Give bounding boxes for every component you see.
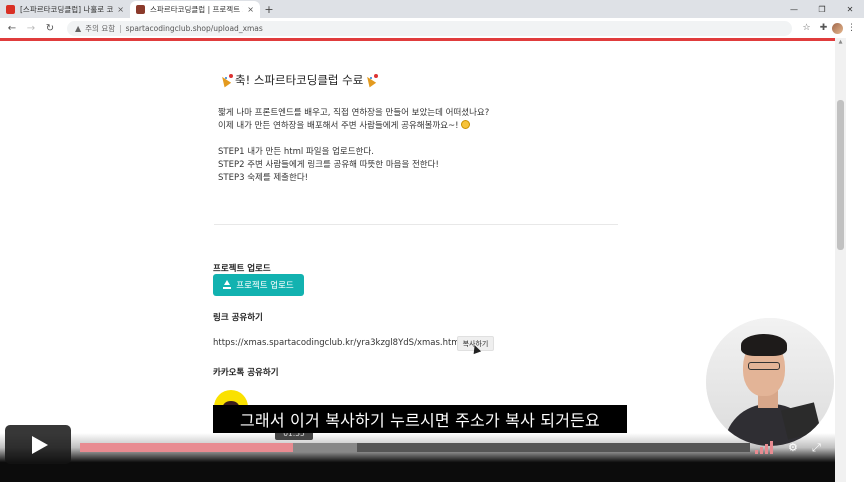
tab-close-icon[interactable]: × (117, 5, 124, 14)
right-edge (846, 38, 864, 482)
close-window-icon[interactable]: ✕ (836, 0, 864, 18)
separator: | (119, 23, 122, 33)
browser-toolbar: ← → ↻ ▲ 주의 요함 | spartacodingclub.shop/up… (0, 18, 864, 38)
scroll-up-icon[interactable]: ▲ (837, 39, 844, 46)
volume-bars-icon[interactable] (755, 440, 775, 454)
tab-close-icon[interactable]: × (247, 5, 254, 14)
fullscreen-icon[interactable]: ⤢ (812, 441, 821, 455)
page-heading: 축! 스파르타코딩클럽 수료 (218, 72, 380, 88)
play-icon (31, 435, 48, 454)
reload-icon[interactable]: ↻ (42, 20, 58, 36)
share-url-text: https://xmas.spartacodingclub.kr/yra3kzg… (213, 338, 462, 348)
intro-line-wrap: 이제 내가 만든 연하장을 배포해서 주변 사람들에게 공유해볼까요~! (218, 120, 489, 133)
section-divider (214, 224, 618, 225)
presenter-glasses (748, 362, 780, 370)
step-line: STEP2 주변 사람들에게 링크를 공유해 따뜻한 마음을 전한다! (218, 160, 439, 170)
tab-project-submit[interactable]: 스파르타코딩클럽 | 프로젝트 제출 × (130, 1, 260, 18)
gear-icon[interactable]: ⚙ (788, 441, 798, 454)
link-share-title: 링크 공유하기 (213, 313, 263, 323)
warning-icon: ▲ (75, 23, 82, 33)
forward-arrow-icon[interactable]: → (23, 20, 39, 36)
star-icon[interactable]: ☆ (798, 20, 815, 36)
heading-text: 축! 스파르타코딩클럽 수료 (235, 73, 364, 87)
tab-favicon-icon (6, 5, 15, 14)
upload-icon (223, 280, 232, 289)
play-button[interactable] (5, 425, 71, 464)
step-line: STEP1 내가 만든 html 파일을 업로드한다. (218, 147, 374, 157)
kakao-share-title: 카카오톡 공유하기 (213, 368, 279, 378)
window-controls: — ❐ ✕ (780, 0, 864, 18)
tab-favicon-icon (136, 5, 145, 14)
tab-strip: [스파르타코딩클럽] 나홀로 코딩 × 스파르타코딩클럽 | 프로젝트 제출 ×… (0, 0, 864, 18)
video-progress-played (80, 443, 293, 452)
minimize-icon[interactable]: — (780, 0, 808, 18)
tab-title: [스파르타코딩클럽] 나홀로 코딩 (20, 5, 114, 14)
restore-icon[interactable]: ❐ (808, 0, 836, 18)
profile-avatar[interactable] (832, 22, 843, 34)
menu-dots-icon[interactable]: ⋮ (843, 20, 860, 36)
party-popper-icon (365, 73, 379, 87)
smile-emoji-icon (461, 120, 471, 129)
screen: [스파르타코딩클럽] 나홀로 코딩 × 스파르타코딩클럽 | 프로젝트 제출 ×… (0, 0, 864, 482)
steps-paragraph: STEP1 내가 만든 html 파일을 업로드한다. STEP2 주변 사람들… (218, 146, 439, 185)
intro-line: 이제 내가 만든 연하장을 배포해서 주변 사람들에게 공유해볼까요~! (218, 121, 459, 131)
upload-button-label: 프로젝트 업로드 (236, 281, 294, 291)
page-scrollbar[interactable]: ▲ (835, 38, 846, 482)
webcam-presenter (706, 318, 834, 446)
tab-title: 스파르타코딩클럽 | 프로젝트 제출 (150, 5, 243, 14)
project-upload-button[interactable]: 프로젝트 업로드 (213, 274, 304, 296)
security-label: 주의 요함 (85, 23, 116, 33)
address-bar[interactable]: ▲ 주의 요함 | spartacodingclub.shop/upload_x… (67, 20, 792, 36)
back-arrow-icon[interactable]: ← (4, 20, 20, 36)
upload-section-title: 프로젝트 업로드 (213, 264, 271, 274)
new-tab-button[interactable]: + (260, 1, 278, 18)
url-text: spartacodingclub.shop/upload_xmas (125, 23, 263, 33)
scrollbar-thumb[interactable] (837, 100, 844, 250)
intro-line: 짧게 나마 프론트엔드를 배우고, 직접 연하장을 만들어 보았는데 어떠셨나요… (218, 108, 490, 118)
toolbar-right: ☆ ✚ ⋮ (798, 20, 860, 36)
extension-icon[interactable]: ✚ (815, 20, 832, 36)
video-caption: 그래서 이거 복사하기 누르시면 주소가 복사 되거든요 (213, 405, 627, 433)
party-popper-icon (220, 73, 233, 87)
tab-nahollo[interactable]: [스파르타코딩클럽] 나홀로 코딩 × (0, 1, 130, 18)
step-line: STEP3 숙제를 제출한다! (218, 173, 309, 183)
intro-paragraph: 짧게 나마 프론트엔드를 배우고, 직접 연하장을 만들어 보았는데 어떠셨나요… (218, 107, 489, 133)
presenter-hair (741, 334, 787, 356)
